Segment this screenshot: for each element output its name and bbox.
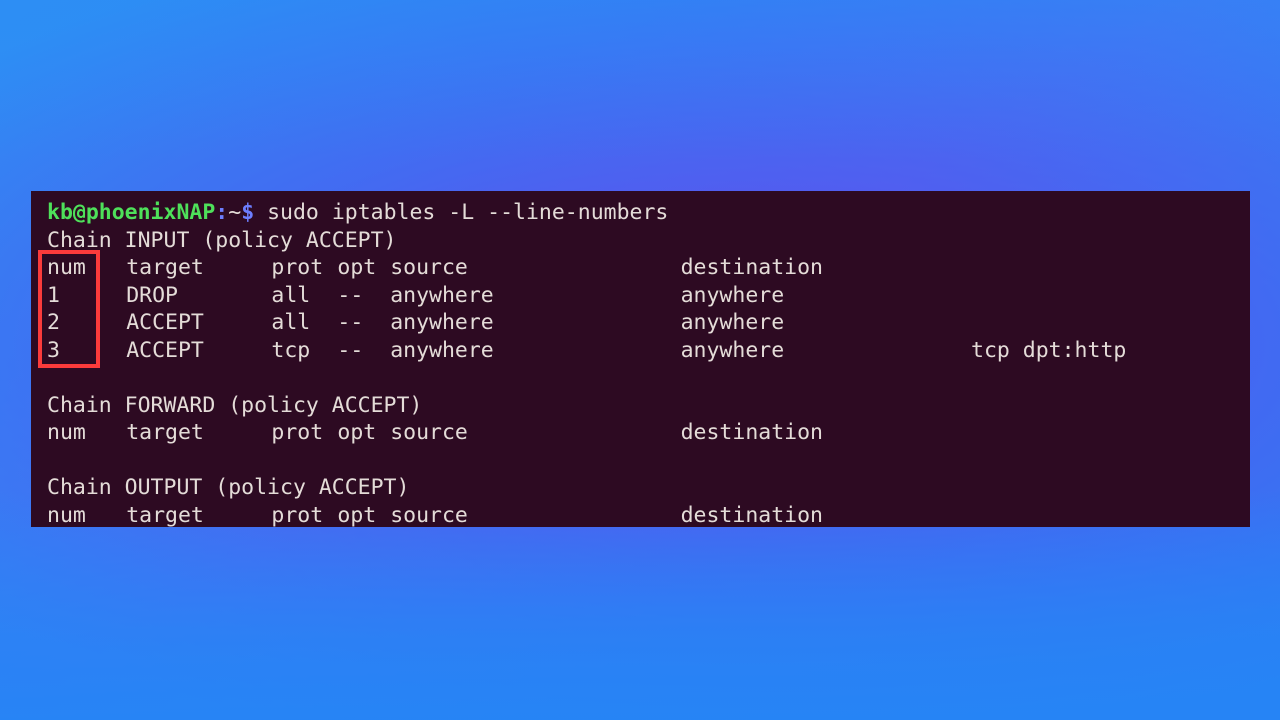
terminal-table-header-row: num target prot opt source destination bbox=[47, 502, 1247, 528]
terminal-output-area[interactable]: kb@phoenixNAP:~$ sudo iptables -L --line… bbox=[47, 195, 1250, 527]
terminal-column-header: opt bbox=[337, 502, 377, 528]
terminal-cell: 2 bbox=[47, 310, 60, 335]
terminal-cell: anywhere bbox=[680, 337, 785, 363]
terminal-window[interactable]: kb@phoenixNAP:~$ sudo iptables -L --line… bbox=[31, 191, 1250, 527]
terminal-column-header: opt bbox=[337, 255, 377, 280]
terminal-cell: tcp dpt:http bbox=[971, 337, 1127, 363]
terminal-cell: DROP bbox=[126, 282, 178, 308]
terminal-cell: anywhere bbox=[680, 310, 785, 335]
terminal-cell: anywhere bbox=[390, 337, 494, 363]
terminal-column-header: target bbox=[126, 502, 204, 528]
terminal-column-header: prot bbox=[271, 502, 324, 528]
terminal-cell: anywhere bbox=[680, 282, 785, 308]
terminal-column-header: prot bbox=[271, 255, 324, 280]
terminal-cell: -- bbox=[337, 310, 364, 335]
terminal-column-header: destination bbox=[680, 255, 823, 280]
terminal-cell: tcp bbox=[271, 337, 311, 363]
terminal-cell: -- bbox=[337, 337, 364, 363]
terminal-table-header-row: num target prot opt source destination bbox=[47, 419, 1247, 447]
screen-root: kb@phoenixNAP:~$ sudo iptables -L --line… bbox=[0, 0, 1280, 720]
terminal-column-header: target bbox=[126, 255, 204, 280]
terminal-column-header: target bbox=[126, 420, 204, 445]
prompt-path: ~ bbox=[228, 200, 242, 225]
terminal-table-row: 2 ACCEPT all -- anywhere anywhere bbox=[47, 309, 1247, 337]
terminal-table-row: 1 DROP all -- anywhere anywhere bbox=[47, 282, 1247, 310]
prompt-sigil: $ bbox=[241, 200, 255, 225]
terminal-cell: all bbox=[271, 310, 311, 335]
terminal-cell: anywhere bbox=[390, 282, 494, 308]
terminal-column-header: num bbox=[47, 420, 86, 445]
terminal-column-header: destination bbox=[680, 502, 823, 528]
terminal-column-header: source bbox=[390, 502, 468, 528]
terminal-chain-header: Chain INPUT (policy ACCEPT) bbox=[47, 227, 397, 253]
terminal-prompt-line[interactable]: kb@phoenixNAP:~$ sudo iptables -L --line… bbox=[47, 199, 668, 227]
terminal-cell: -- bbox=[337, 282, 364, 308]
terminal-chain-header: Chain OUTPUT (policy ACCEPT) bbox=[47, 475, 410, 500]
prompt-colon: : bbox=[215, 200, 229, 225]
terminal-cell: ACCEPT bbox=[126, 337, 204, 363]
terminal-cell: 1 bbox=[47, 282, 60, 308]
prompt-user-host: kb@phoenixNAP bbox=[47, 200, 216, 225]
terminal-column-header: num bbox=[47, 255, 86, 280]
terminal-column-header: prot bbox=[271, 420, 324, 445]
terminal-command-text[interactable]: sudo iptables -L --line-numbers bbox=[267, 200, 668, 225]
terminal-cell: all bbox=[271, 282, 311, 308]
terminal-table-row: 3 ACCEPT tcp -- anywhere anywhere tcp dpt:http bbox=[47, 337, 1247, 365]
terminal-cell: ACCEPT bbox=[126, 310, 204, 335]
terminal-cell: anywhere bbox=[390, 310, 494, 335]
terminal-column-header: opt bbox=[337, 420, 377, 445]
terminal-column-header: num bbox=[47, 502, 86, 528]
terminal-column-header: source bbox=[390, 420, 468, 445]
terminal-column-header: destination bbox=[680, 420, 823, 445]
terminal-table-header-row: num target prot opt source destination bbox=[47, 254, 1247, 282]
terminal-column-header: source bbox=[390, 255, 468, 280]
terminal-cell: 3 bbox=[47, 337, 60, 363]
terminal-chain-header: Chain FORWARD (policy ACCEPT) bbox=[47, 392, 423, 418]
